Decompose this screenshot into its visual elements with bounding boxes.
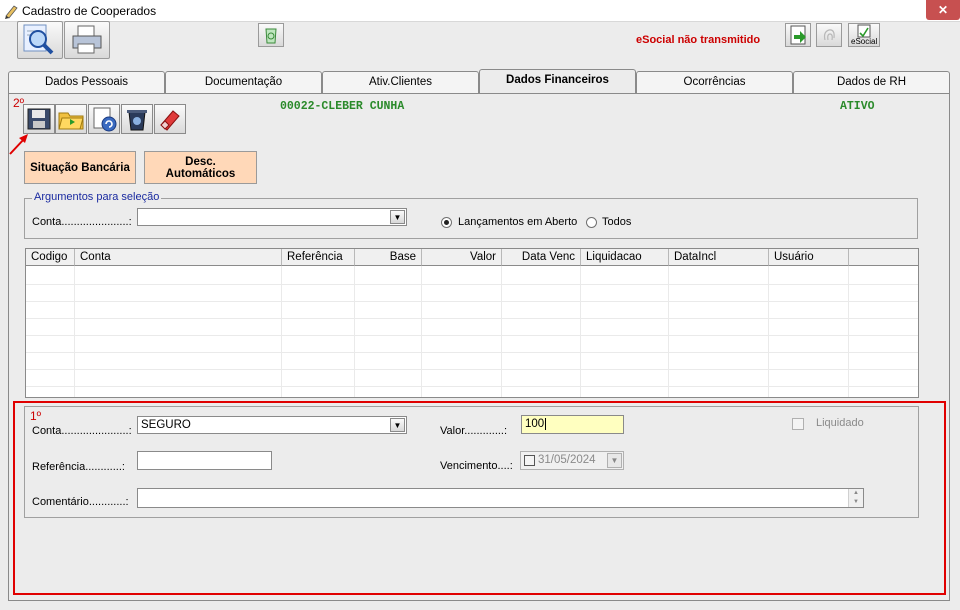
grid-col-line <box>668 266 669 397</box>
col-header-codigo[interactable]: Codigo <box>26 249 75 266</box>
recycle-button[interactable] <box>258 23 284 47</box>
annotation-highlight-box <box>13 401 946 595</box>
radio-lancamentos-aberto-label: Lançamentos em Aberto <box>458 216 578 228</box>
desc-automaticos-label-1: Desc. <box>185 155 216 168</box>
grid-col-line <box>74 266 75 397</box>
radio-selected-dot <box>444 220 449 225</box>
desc-automaticos-label-2: Automáticos <box>165 167 236 180</box>
grid-row-line <box>26 301 918 302</box>
lancamentos-grid[interactable]: Codigo Conta Referência Base Valor Data … <box>25 248 919 398</box>
app-icon <box>5 5 18 19</box>
undo-button[interactable] <box>88 104 120 134</box>
cooperado-name: 00022-CLEBER CUNHA <box>280 100 405 113</box>
eraser-icon <box>160 110 180 131</box>
grid-col-line <box>768 266 769 397</box>
tab-documentacao[interactable]: Documentação <box>165 71 322 93</box>
esocial-document-icon <box>857 24 871 38</box>
tab-label: Dados de RH <box>836 76 907 88</box>
undo-document-icon <box>93 107 117 132</box>
delete-button[interactable] <box>121 104 153 134</box>
esocial-button[interactable]: eSocial <box>848 23 880 47</box>
trash-icon <box>127 110 147 131</box>
col-header-valor[interactable]: Valor <box>422 249 502 266</box>
tab-label: Ativ.Clientes <box>368 76 433 88</box>
esocial-send-button[interactable] <box>785 23 811 47</box>
cooperado-status: ATIVO <box>840 100 875 113</box>
esocial-sign-button[interactable] <box>816 23 842 47</box>
situacao-bancaria-button[interactable]: Situação Bancária <box>24 151 136 184</box>
tab-dados-pessoais[interactable]: Dados Pessoais <box>8 71 165 93</box>
radio-todos[interactable] <box>586 217 597 228</box>
col-header-dataincl[interactable]: DataIncl <box>669 249 769 266</box>
grid-row-line <box>26 284 918 285</box>
chevron-down-icon[interactable]: ▼ <box>390 210 405 224</box>
col-header-conta[interactable]: Conta <box>75 249 282 266</box>
close-button[interactable]: ✕ <box>926 0 960 20</box>
col-header-data-venc[interactable]: Data Venc <box>502 249 581 266</box>
grid-row-line <box>26 352 918 353</box>
open-button[interactable] <box>55 104 87 134</box>
col-header-filler <box>849 249 918 266</box>
selection-group-title: Argumentos para seleção <box>32 191 162 203</box>
grid-row-line <box>26 318 918 319</box>
esocial-status: eSocial não transmitido <box>636 34 761 46</box>
print-button[interactable] <box>64 21 110 59</box>
grid-col-line <box>501 266 502 397</box>
send-document-icon <box>790 25 806 45</box>
folder-icon <box>58 112 84 130</box>
col-header-usuario[interactable]: Usuário <box>769 249 849 266</box>
tab-bar: Dados Pessoais Documentação Ativ.Cliente… <box>8 69 950 93</box>
grid-row-line <box>26 369 918 370</box>
recycle-bin-icon <box>265 28 277 44</box>
grid-col-line <box>848 266 849 397</box>
tab-ativ-clientes[interactable]: Ativ.Clientes <box>322 71 479 93</box>
title-bar: Cadastro de Cooperados ✕ <box>0 0 960 22</box>
grid-row-line <box>26 335 918 336</box>
grid-col-line <box>354 266 355 397</box>
printer-icon <box>72 25 102 54</box>
desc-automaticos-button[interactable]: Desc. Automáticos <box>144 151 257 184</box>
radio-todos-label: Todos <box>602 216 632 228</box>
clear-button[interactable] <box>154 104 186 134</box>
selection-conta-select[interactable]: ▼ <box>137 208 407 226</box>
tab-ocorrencias[interactable]: Ocorrências <box>636 71 793 93</box>
radio-lancamentos-aberto[interactable] <box>441 217 452 228</box>
tab-dados-financeiros[interactable]: Dados Financeiros <box>479 69 636 93</box>
tab-label: Documentação <box>204 76 283 88</box>
grid-col-line <box>580 266 581 397</box>
col-header-base[interactable]: Base <box>355 249 422 266</box>
situacao-bancaria-label: Situação Bancária <box>30 161 130 174</box>
tab-label: Dados Pessoais <box>44 76 129 88</box>
search-button[interactable] <box>17 21 63 59</box>
grid-col-line <box>281 266 282 397</box>
fingerprint-icon <box>823 29 835 41</box>
esocial-button-label: eSocial <box>851 37 878 46</box>
magnifier-icon <box>23 24 54 55</box>
grid-row-line <box>26 386 918 387</box>
tab-label: Dados Financeiros <box>506 74 609 86</box>
selection-conta-label: Conta......................: <box>32 216 132 228</box>
col-header-referencia[interactable]: Referência <box>282 249 355 266</box>
window-title: Cadastro de Cooperados <box>22 4 157 18</box>
grid-col-line <box>421 266 422 397</box>
tab-label: Ocorrências <box>683 76 746 88</box>
col-header-liquidacao[interactable]: Liquidacao <box>581 249 669 266</box>
tab-dados-rh[interactable]: Dados de RH <box>793 71 950 93</box>
